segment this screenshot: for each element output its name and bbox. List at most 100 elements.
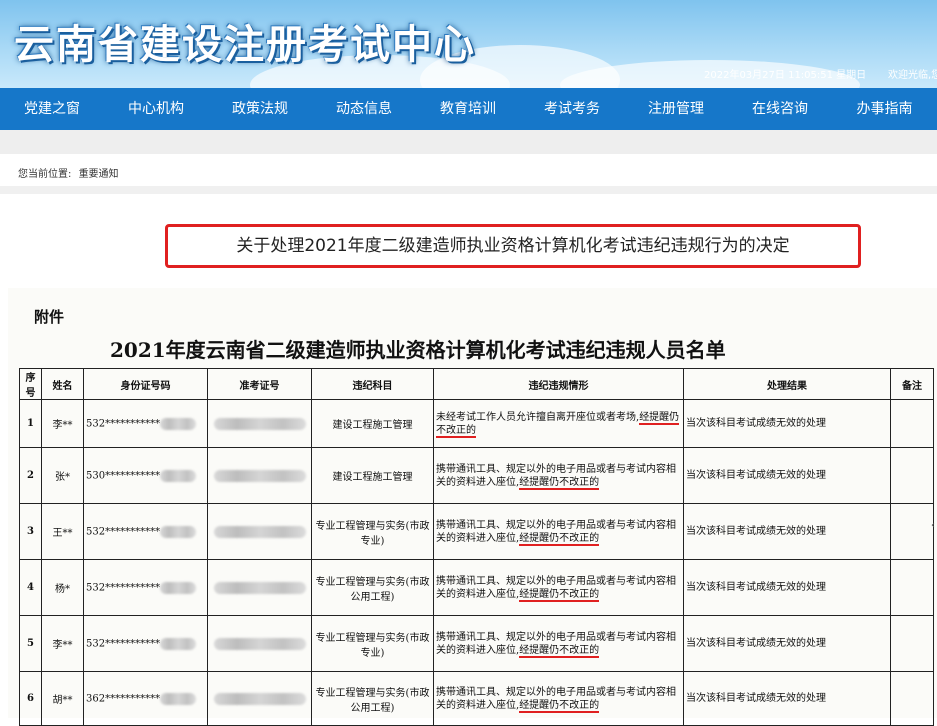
redacted-ticket: [213, 692, 306, 705]
redacted-ticket: [213, 525, 306, 538]
col-header-id: 身份证号码: [83, 368, 208, 400]
situation-highlight: 经提醒仍不改正的: [519, 699, 600, 713]
row-situation: 携带通讯工具、规定以外的电子用品或者与考试内容相关的资料进入座位,经提醒仍不改正…: [433, 615, 684, 672]
redacted-ticket: [213, 417, 306, 430]
redacted-id: [160, 637, 197, 650]
row-id-text: 532***********: [86, 582, 161, 593]
row-result: 当次该科目考试成绩无效的处理: [683, 671, 891, 726]
header-datetime: 2022年03月27日 11:05:51 星期日: [704, 70, 867, 81]
col-header-name: 姓名: [41, 368, 84, 400]
redacted-ticket: [213, 637, 306, 650]
row-subject: 专业工程管理与实务(市政专业): [311, 503, 434, 560]
row-name: 杨*: [41, 559, 84, 616]
row-ticket: [207, 615, 312, 672]
attachment-label: 附件: [34, 308, 65, 326]
row-id-text: 532***********: [86, 638, 161, 649]
situation-highlight: 经提醒仍不改正的: [519, 532, 600, 546]
row-ticket: [207, 559, 312, 616]
nav-item-exams[interactable]: 考试考务: [520, 88, 624, 130]
redacted-id: [160, 692, 197, 705]
violation-table: 序号 姓名 身份证号码 准考证号 违纪科目 违纪违规情形 处理结果 备注 1 李*…: [19, 368, 934, 726]
row-name: 胡**: [41, 671, 84, 726]
stray-mark: ‹: [931, 520, 935, 531]
row-ticket: [207, 503, 312, 560]
header-welcome: 欢迎光临,您: [888, 70, 937, 81]
row-id: 532***********: [83, 615, 208, 672]
row-ticket: [207, 447, 312, 504]
situation-highlight: 经提醒仍不改正的: [519, 644, 600, 658]
row-situation: 未经考试工作人员允许擅自离开座位或者考场,经提醒仍不改正的: [433, 399, 684, 448]
row-no: 5: [19, 615, 42, 672]
divider: [0, 186, 937, 194]
table-row: 2 张* 530*********** 建设工程施工管理 携带通讯工具、规定以外的电子用…: [19, 447, 934, 504]
col-header-situation: 违纪违规情形: [433, 368, 684, 400]
nav-item-training[interactable]: 教育培训: [416, 88, 520, 130]
row-result: 当次该科目考试成绩无效的处理: [683, 559, 891, 616]
col-header-result: 处理结果: [683, 368, 891, 400]
row-id: 362***********: [83, 671, 208, 726]
row-remark: [890, 399, 934, 448]
site-banner: 云南省建设注册考试中心 2022年03月27日 11:05:51 星期日 欢迎光…: [0, 0, 937, 88]
nav-item-guide[interactable]: 办事指南: [832, 88, 937, 130]
col-header-ticket: 准考证号: [207, 368, 312, 400]
redacted-ticket: [213, 469, 306, 482]
site-title: 云南省建设注册考试中心: [14, 21, 476, 68]
nav-item-news[interactable]: 动态信息: [312, 88, 416, 130]
table-row: 6 胡** 362*********** 专业工程管理与实务(市政公用工程) 携带通讯工…: [19, 671, 934, 726]
breadcrumb-current[interactable]: 重要通知: [79, 169, 119, 180]
document-title: 2021年度云南省二级建造师执业资格计算机化考试违纪违规人员名单: [110, 338, 726, 362]
table-header-row: 序号 姓名 身份证号码 准考证号 违纪科目 违纪违规情形 处理结果 备注: [19, 368, 934, 400]
row-id: 532***********: [83, 559, 208, 616]
row-subject: 建设工程施工管理: [311, 399, 434, 448]
notice-title: 关于处理2021年度二级建造师执业资格计算机化考试违纪违规行为的决定: [165, 224, 861, 268]
col-header-remark: 备注: [890, 368, 934, 400]
row-no: 6: [19, 671, 42, 726]
row-remark: [890, 503, 934, 560]
nav-item-registration[interactable]: 注册管理: [624, 88, 728, 130]
row-remark: [890, 671, 934, 726]
row-remark: [890, 447, 934, 504]
breadcrumb: 您当前位置: 重要通知: [18, 165, 123, 180]
redacted-id: [160, 469, 197, 482]
table-row: 3 王** 532*********** 专业工程管理与实务(市政专业) 携带通讯工具、…: [19, 503, 934, 560]
nav-item-consult[interactable]: 在线咨询: [728, 88, 832, 130]
row-no: 3: [19, 503, 42, 560]
table-row: 1 李** 532*********** 建设工程施工管理 未经考试工作人员允许擅自离开…: [19, 399, 934, 448]
row-result: 当次该科目考试成绩无效的处理: [683, 615, 891, 672]
row-id-text: 532***********: [86, 418, 161, 429]
main-nav: 党建之窗 中心机构 政策法规 动态信息 教育培训 考试考务 注册管理 在线咨询 …: [0, 88, 937, 130]
row-id: 530***********: [83, 447, 208, 504]
row-situation: 携带通讯工具、规定以外的电子用品或者与考试内容相关的资料进入座位,经提醒仍不改正…: [433, 447, 684, 504]
nav-item-org[interactable]: 中心机构: [104, 88, 208, 130]
row-id: 532***********: [83, 399, 208, 448]
row-name: 王**: [41, 503, 84, 560]
table-row: 5 李** 532*********** 专业工程管理与实务(市政专业) 携带通讯工具、…: [19, 615, 934, 672]
breadcrumb-prefix: 您当前位置:: [18, 169, 72, 180]
redacted-id: [160, 525, 197, 538]
redacted-id: [160, 417, 197, 430]
row-name: 李**: [41, 399, 84, 448]
situation-highlight: 经提醒仍不改正的: [519, 476, 600, 490]
row-subject: 专业工程管理与实务(市政公用工程): [311, 671, 434, 726]
row-no: 2: [19, 447, 42, 504]
row-ticket: [207, 399, 312, 448]
row-no: 4: [19, 559, 42, 616]
row-name: 李**: [41, 615, 84, 672]
situation-text: 未经考试工作人员允许擅自离开座位或者考场,: [436, 411, 640, 423]
table-row: 4 杨* 532*********** 专业工程管理与实务(市政公用工程) 携带通讯工具…: [19, 559, 934, 616]
nav-item-policy[interactable]: 政策法规: [208, 88, 312, 130]
row-remark: [890, 615, 934, 672]
row-ticket: [207, 671, 312, 726]
nav-item-party[interactable]: 党建之窗: [0, 88, 104, 130]
row-result: 当次该科目考试成绩无效的处理: [683, 503, 891, 560]
row-name: 张*: [41, 447, 84, 504]
row-situation: 携带通讯工具、规定以外的电子用品或者与考试内容相关的资料进入座位,经提醒仍不改正…: [433, 503, 684, 560]
nav-spacer: [0, 130, 937, 154]
row-id-text: 530***********: [86, 470, 161, 481]
redacted-ticket: [213, 581, 306, 594]
row-id-text: 532***********: [86, 526, 161, 537]
row-situation: 携带通讯工具、规定以外的电子用品或者与考试内容相关的资料进入座位,经提醒仍不改正…: [433, 559, 684, 616]
row-subject: 建设工程施工管理: [311, 447, 434, 504]
row-id: 532***********: [83, 503, 208, 560]
redacted-id: [160, 581, 197, 594]
